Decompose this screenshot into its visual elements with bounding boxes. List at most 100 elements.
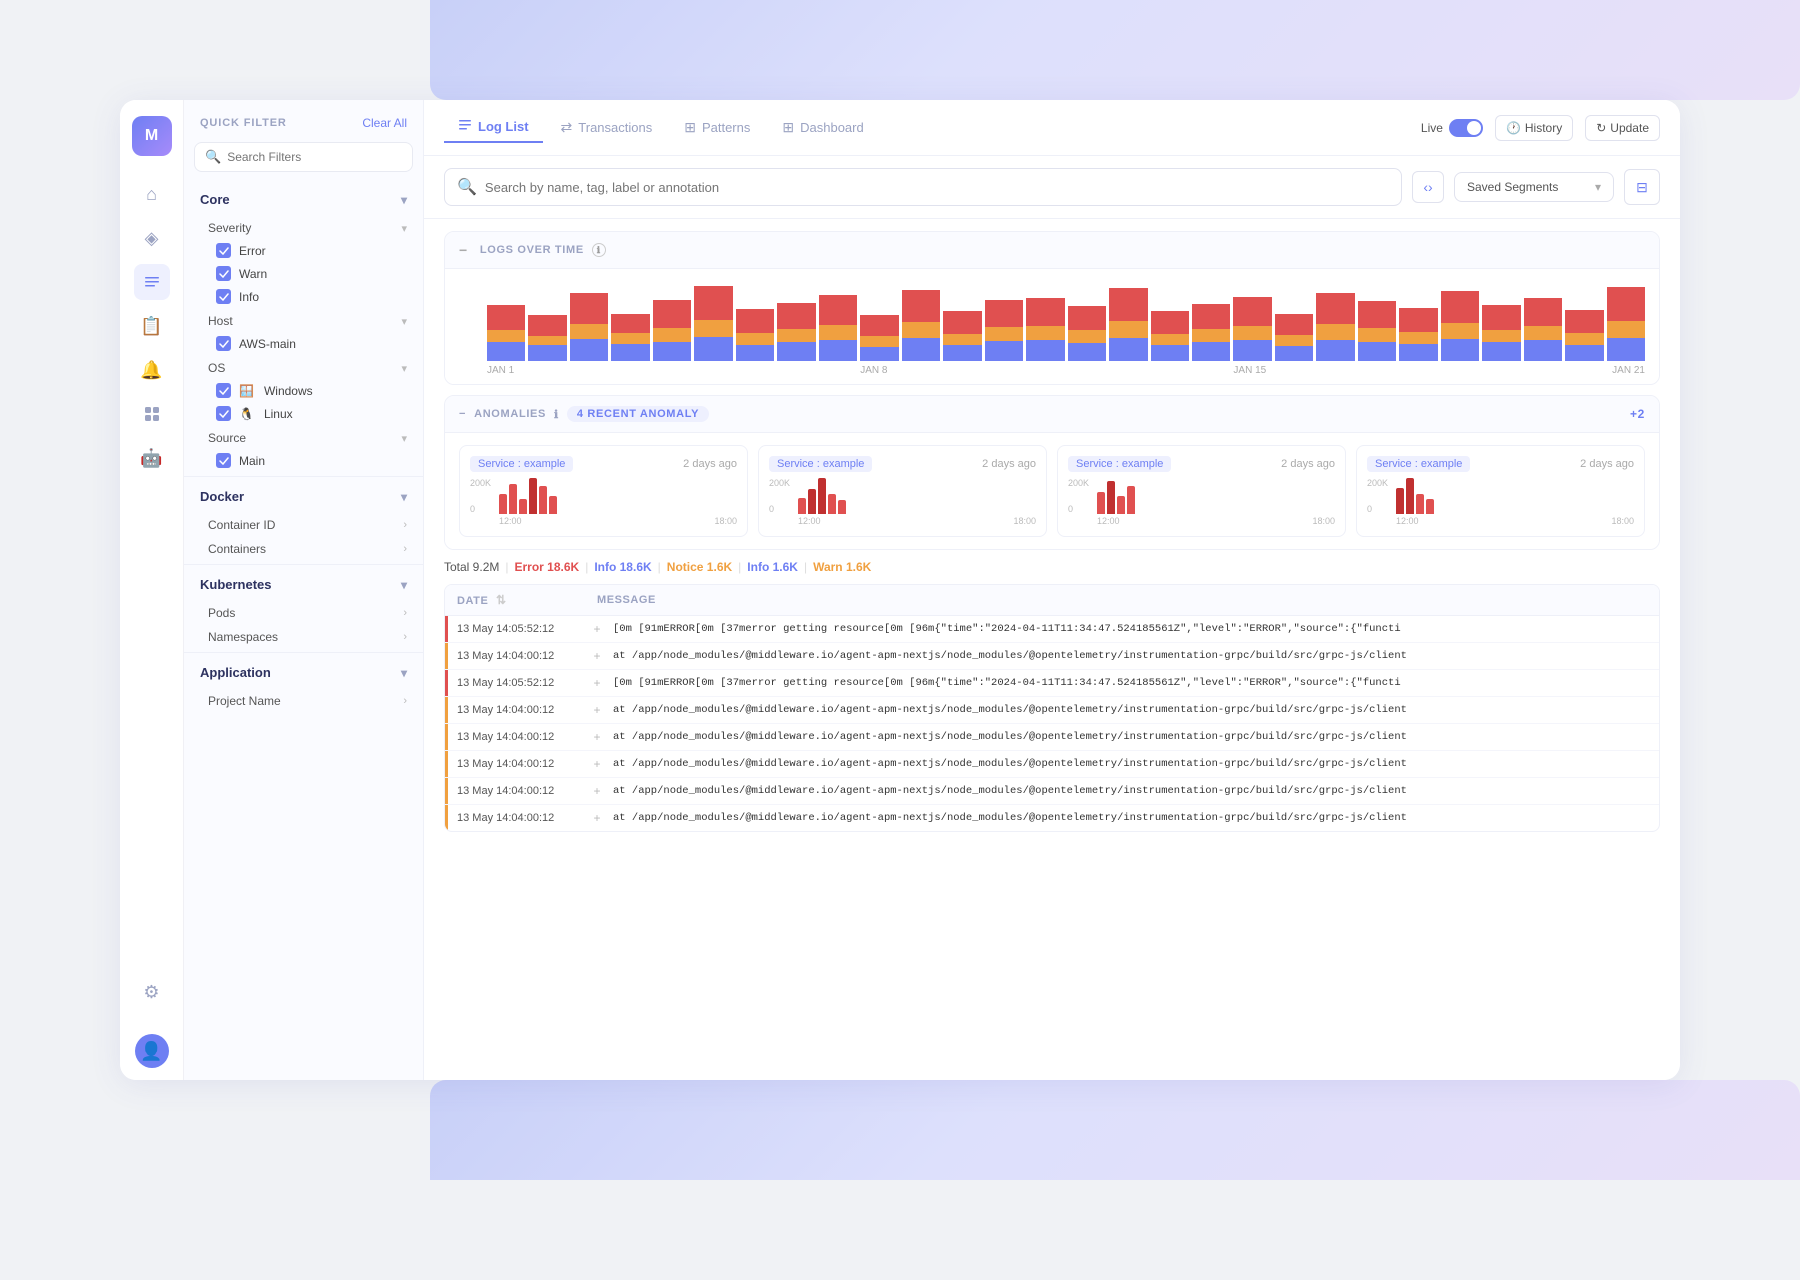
log-row[interactable]: 13 May 14:04:00:12+at /app/node_modules/… <box>445 724 1659 751</box>
log-row[interactable]: 13 May 14:05:52:12+[0m [91mERROR[0m [37m… <box>445 616 1659 643</box>
project-name-header[interactable]: Project Name › <box>184 688 423 712</box>
log-row-expand-btn[interactable]: + <box>585 757 609 771</box>
log-row[interactable]: 13 May 14:05:52:12+[0m [91mERROR[0m [37m… <box>445 670 1659 697</box>
log-row-expand-btn[interactable]: + <box>585 784 609 798</box>
filter-option-main[interactable]: Main <box>184 449 423 472</box>
logs-over-time-title: LOGS OVER TIME <box>480 244 584 256</box>
sidebar-search-box[interactable]: 🔍 <box>194 142 413 172</box>
docker-section-header[interactable]: Docker ▾ <box>184 481 423 512</box>
kubernetes-section-header[interactable]: Kubernetes ▾ <box>184 569 423 600</box>
log-row[interactable]: 13 May 14:04:00:12+at /app/node_modules/… <box>445 751 1659 778</box>
filter-option-aws-main[interactable]: AWS-main <box>184 332 423 355</box>
nav-insights-icon[interactable]: ◈ <box>134 220 170 256</box>
tab-transactions[interactable]: ⇄ Transactions <box>547 113 667 142</box>
bar-info-13 <box>1026 340 1064 361</box>
nav-alerts-icon[interactable]: 🔔 <box>134 352 170 388</box>
windows-os-icon: 🪟 <box>239 384 254 398</box>
nav-robot-icon[interactable]: 🤖 <box>134 440 170 476</box>
log-row[interactable]: 13 May 14:04:00:12+at /app/node_modules/… <box>445 778 1659 805</box>
bar-error-21 <box>1358 301 1396 328</box>
application-section-header[interactable]: Application ▾ <box>184 657 423 688</box>
anomaly-2-x1: 12:00 <box>798 516 821 526</box>
core-section-header[interactable]: Core ▾ <box>184 184 423 215</box>
logs-chart-collapse-btn[interactable]: − <box>459 242 468 258</box>
bar-info-11 <box>943 345 981 361</box>
main-source-checkbox[interactable] <box>216 453 231 468</box>
filter-option-linux[interactable]: 🐧 Linux <box>184 402 423 425</box>
history-button[interactable]: 🕐 History <box>1495 115 1573 141</box>
tab-dashboard[interactable]: ⊞ Dashboard <box>768 113 877 142</box>
tab-log-list[interactable]: Log List <box>444 112 543 143</box>
bar-warn-5 <box>694 320 732 337</box>
log-row-expand-btn[interactable]: + <box>585 811 609 825</box>
source-subsection-header[interactable]: Source ▾ <box>184 425 423 449</box>
log-row-expand-btn[interactable]: + <box>585 703 609 717</box>
date-sort-icon[interactable]: ⇅ <box>496 593 507 607</box>
bar-info-21 <box>1358 342 1396 361</box>
os-subsection-header[interactable]: OS ▾ <box>184 355 423 379</box>
log-row-expand-btn[interactable]: + <box>585 676 609 690</box>
log-row-date: 13 May 14:04:00:12 <box>445 697 585 723</box>
containers-arrow-icon: › <box>403 543 407 555</box>
update-button[interactable]: ↻ Update <box>1585 115 1660 141</box>
search-input[interactable] <box>485 180 1389 195</box>
anomaly-badge[interactable]: 4 recent anomaly <box>567 406 709 422</box>
filter-icon-button[interactable]: ⊟ <box>1624 169 1660 205</box>
stat-total: Total 9.2M <box>444 560 499 574</box>
filter-option-info[interactable]: Info <box>184 285 423 308</box>
log-row[interactable]: 13 May 14:04:00:12+at /app/node_modules/… <box>445 697 1659 724</box>
bar-info-20 <box>1316 340 1354 361</box>
anomalies-collapse-btn[interactable]: − <box>459 408 466 420</box>
anomaly-card-4: Service : example 2 days ago 200K 0 <box>1356 445 1645 537</box>
namespaces-header[interactable]: Namespaces › <box>184 624 423 648</box>
nav-settings-icon[interactable]: ⚙ <box>134 974 170 1010</box>
saved-segments-dropdown[interactable]: Saved Segments ▾ <box>1454 172 1614 202</box>
bar-warn-0 <box>487 330 525 342</box>
severity-subsection-header[interactable]: Severity ▾ <box>184 215 423 239</box>
filter-option-warn[interactable]: Warn <box>184 262 423 285</box>
anomaly-2-y-top: 200K <box>769 478 790 488</box>
core-section-label: Core <box>200 192 230 207</box>
nav-docs-icon[interactable]: 📋 <box>134 308 170 344</box>
log-row-expand-btn[interactable]: + <box>585 730 609 744</box>
log-row-expand-btn[interactable]: + <box>585 622 609 636</box>
nav-home-icon[interactable]: ⌂ <box>134 176 170 212</box>
nav-user-avatar[interactable]: 👤 <box>135 1034 169 1068</box>
info-checkbox[interactable] <box>216 289 231 304</box>
log-row-expand-btn[interactable]: + <box>585 649 609 663</box>
bar-warn-12 <box>985 327 1023 341</box>
pods-header[interactable]: Pods › <box>184 600 423 624</box>
clear-all-button[interactable]: Clear All <box>362 116 407 130</box>
code-view-button[interactable]: ‹› <box>1412 171 1444 203</box>
windows-checkbox[interactable] <box>216 383 231 398</box>
log-row[interactable]: 13 May 14:04:00:12+at /app/node_modules/… <box>445 805 1659 831</box>
host-subsection-header[interactable]: Host ▾ <box>184 308 423 332</box>
bar-group-26 <box>1565 310 1603 361</box>
tab-patterns[interactable]: ⊞ Patterns <box>670 113 764 142</box>
logo-button[interactable]: M <box>132 116 172 156</box>
nav-logs-icon[interactable] <box>134 264 170 300</box>
containers-header[interactable]: Containers › <box>184 536 423 560</box>
anomalies-info-icon[interactable]: ℹ <box>554 408 559 421</box>
linux-checkbox[interactable] <box>216 406 231 421</box>
logs-chart-info-icon[interactable]: ℹ <box>592 243 606 257</box>
filter-option-error[interactable]: Error <box>184 239 423 262</box>
sidebar-header: QUICK FILTER Clear All <box>184 116 423 142</box>
search-bar[interactable]: 🔍 <box>444 168 1402 206</box>
warn-checkbox[interactable] <box>216 266 231 281</box>
log-row[interactable]: 13 May 14:04:00:12+at /app/node_modules/… <box>445 643 1659 670</box>
anomaly-1-x2: 18:00 <box>714 516 737 526</box>
anomaly-1-bar-4 <box>529 478 537 514</box>
bar-error-20 <box>1316 293 1354 324</box>
live-toggle[interactable] <box>1449 119 1483 137</box>
bar-error-5 <box>694 286 732 320</box>
container-id-header[interactable]: Container ID › <box>184 512 423 536</box>
filter-option-windows[interactable]: 🪟 Windows <box>184 379 423 402</box>
sidebar-search-input[interactable] <box>227 150 402 164</box>
aws-main-checkbox[interactable] <box>216 336 231 351</box>
log-table-header: Date ⇅ Message <box>445 585 1659 616</box>
error-checkbox[interactable] <box>216 243 231 258</box>
logs-chart-area: JAN 1 JAN 8 JAN 15 JAN 21 <box>445 269 1659 384</box>
anomaly-plus-btn[interactable]: +2 <box>1630 407 1645 421</box>
nav-grid-icon[interactable] <box>134 396 170 432</box>
